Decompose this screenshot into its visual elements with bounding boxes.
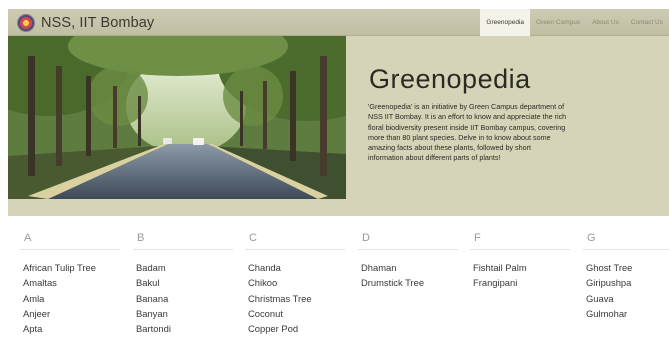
plant-link[interactable]: Guava [586,291,669,306]
plant-link[interactable]: Fishtail Palm [473,260,570,275]
plant-link[interactable]: Giripushpa [586,275,669,290]
hero-photo-tree-lined-road [8,36,346,199]
plant-list: African Tulip Tree Amaltas Amla Anjeer A… [20,260,120,336]
nav-links: Greenopedia Green Campus About Us Contac… [480,9,669,36]
hero-section: Greenopedia 'Greenopedia' is an initiati… [8,36,669,216]
index-letter: C [245,227,345,250]
index-column-f: F Fishtail Palm Frangipani [470,220,570,291]
index-column-g: G Ghost Tree Giripushpa Guava Gulmohar [583,220,669,321]
plant-link[interactable]: Badam [136,260,233,275]
nav-link-contact-us[interactable]: Contact Us [625,9,669,36]
plant-link[interactable]: Banyan [136,306,233,321]
plant-link[interactable]: Amaltas [23,275,120,290]
index-letter: D [358,227,458,250]
plant-list: Ghost Tree Giripushpa Guava Gulmohar [583,260,669,321]
index-letter: A [20,227,120,250]
plant-link[interactable]: Christmas Tree [248,291,345,306]
plant-link[interactable]: Frangipani [473,275,570,290]
plant-list: Badam Bakul Banana Banyan Bartondi [133,260,233,336]
nav-link-greenopedia[interactable]: Greenopedia [480,9,531,36]
plant-link[interactable]: Chanda [248,260,345,275]
index-letter: G [583,227,669,250]
plant-link[interactable]: Drumstick Tree [361,275,458,290]
plant-link[interactable]: Gulmohar [586,306,669,321]
hero-description: 'Greenopedia' is an initiative by Green … [368,102,567,163]
plant-link[interactable]: African Tulip Tree [23,260,120,275]
index-letter: B [133,227,233,250]
plant-link[interactable]: Amla [23,291,120,306]
brand[interactable]: NSS, IIT Bombay [17,12,154,33]
nss-logo-icon [17,13,35,32]
plant-list: Dhaman Drumstick Tree [358,260,458,291]
plant-link[interactable]: Anjeer [23,306,120,321]
plant-link[interactable]: Bakul [136,275,233,290]
index-column-b: B Badam Bakul Banana Banyan Bartondi [133,220,233,336]
index-column-d: D Dhaman Drumstick Tree [358,220,458,291]
brand-name: NSS, IIT Bombay [41,14,155,31]
plant-list: Fishtail Palm Frangipani [470,260,570,291]
plant-list: Chanda Chikoo Christmas Tree Coconut Cop… [245,260,345,336]
plant-link[interactable]: Apta [23,321,120,336]
index-letter: F [470,227,570,250]
plant-link[interactable]: Copper Pod [248,321,345,336]
plant-link[interactable]: Dhaman [361,260,458,275]
top-navbar: NSS, IIT Bombay Greenopedia Green Campus… [8,9,669,36]
plant-link[interactable]: Chikoo [248,275,345,290]
nav-link-green-campus[interactable]: Green Campus [530,9,586,36]
index-column-a: A African Tulip Tree Amaltas Amla Anjeer… [20,220,120,336]
plant-link[interactable]: Ghost Tree [586,260,669,275]
plant-link[interactable]: Bartondi [136,321,233,336]
plant-link[interactable]: Banana [136,291,233,306]
plant-index: A African Tulip Tree Amaltas Amla Anjeer… [0,220,669,352]
index-column-c: C Chanda Chikoo Christmas Tree Coconut C… [245,220,345,336]
plant-link[interactable]: Coconut [248,306,345,321]
nav-link-about-us[interactable]: About Us [586,9,625,36]
page-title: Greenopedia [369,64,531,94]
